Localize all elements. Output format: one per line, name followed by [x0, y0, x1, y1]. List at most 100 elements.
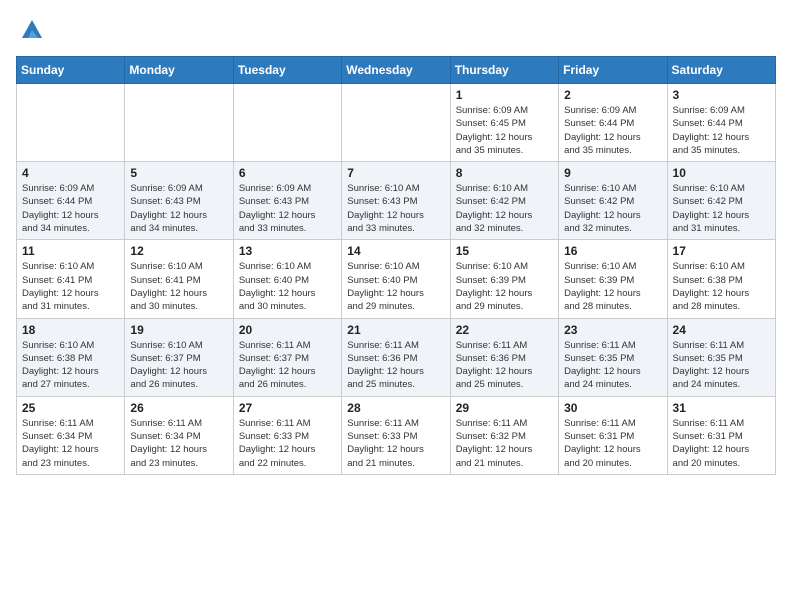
day-number: 5 [130, 166, 227, 180]
day-info: Sunrise: 6:11 AM Sunset: 6:31 PM Dayligh… [564, 417, 661, 470]
day-info: Sunrise: 6:11 AM Sunset: 6:37 PM Dayligh… [239, 339, 336, 392]
day-info: Sunrise: 6:11 AM Sunset: 6:35 PM Dayligh… [564, 339, 661, 392]
day-cell: 30 Sunrise: 6:11 AM Sunset: 6:31 PM Dayli… [559, 396, 667, 474]
day-number: 1 [456, 88, 553, 102]
day-info: Sunrise: 6:10 AM Sunset: 6:37 PM Dayligh… [130, 339, 227, 392]
day-cell: 18 Sunrise: 6:10 AM Sunset: 6:38 PM Dayli… [17, 318, 125, 396]
day-number: 14 [347, 244, 444, 258]
day-number: 4 [22, 166, 119, 180]
day-cell [125, 84, 233, 162]
day-cell: 23 Sunrise: 6:11 AM Sunset: 6:35 PM Dayli… [559, 318, 667, 396]
day-info: Sunrise: 6:10 AM Sunset: 6:39 PM Dayligh… [564, 260, 661, 313]
day-header-friday: Friday [559, 57, 667, 84]
day-cell: 15Sunrise: 6:10 AM Sunset: 6:39 PM Dayli… [450, 240, 558, 318]
day-info: Sunrise: 6:10 AM Sunset: 6:42 PM Dayligh… [564, 182, 661, 235]
week-row-5: 25 Sunrise: 6:11 AM Sunset: 6:34 PM Dayli… [17, 396, 776, 474]
day-cell: 27 Sunrise: 6:11 AM Sunset: 6:33 PM Dayli… [233, 396, 341, 474]
day-cell: 14 Sunrise: 6:10 AM Sunset: 6:40 PM Dayli… [342, 240, 450, 318]
day-cell: 31Sunrise: 6:11 AM Sunset: 6:31 PM Dayli… [667, 396, 775, 474]
week-row-1: 1 Sunrise: 6:09 AM Sunset: 6:45 PM Daylig… [17, 84, 776, 162]
day-number: 7 [347, 166, 444, 180]
week-row-4: 18 Sunrise: 6:10 AM Sunset: 6:38 PM Dayli… [17, 318, 776, 396]
day-cell: 5 Sunrise: 6:09 AM Sunset: 6:43 PM Daylig… [125, 162, 233, 240]
day-number: 29 [456, 401, 553, 415]
day-number: 11 [22, 244, 119, 258]
day-number: 28 [347, 401, 444, 415]
day-cell: 28 Sunrise: 6:11 AM Sunset: 6:33 PM Dayli… [342, 396, 450, 474]
day-cell: 7 Sunrise: 6:10 AM Sunset: 6:43 PM Daylig… [342, 162, 450, 240]
day-cell: 16 Sunrise: 6:10 AM Sunset: 6:39 PM Dayli… [559, 240, 667, 318]
day-number: 12 [130, 244, 227, 258]
day-info: Sunrise: 6:09 AM Sunset: 6:44 PM Dayligh… [564, 104, 661, 157]
day-cell: 11Sunrise: 6:10 AM Sunset: 6:41 PM Dayli… [17, 240, 125, 318]
day-info: Sunrise: 6:10 AM Sunset: 6:42 PM Dayligh… [673, 182, 770, 235]
day-info: Sunrise: 6:11 AM Sunset: 6:36 PM Dayligh… [456, 339, 553, 392]
day-cell: 12 Sunrise: 6:10 AM Sunset: 6:41 PM Dayli… [125, 240, 233, 318]
day-info: Sunrise: 6:10 AM Sunset: 6:38 PM Dayligh… [22, 339, 119, 392]
day-info: Sunrise: 6:11 AM Sunset: 6:34 PM Dayligh… [130, 417, 227, 470]
week-row-3: 11 Sunrise: 6:10 AM Sunset: 6:41 PM Dayli… [17, 240, 776, 318]
day-header-tuesday: Tuesday [233, 57, 341, 84]
day-number: 25 [22, 401, 119, 415]
day-cell: 29 Sunrise: 6:11 AM Sunset: 6:32 PM Dayli… [450, 396, 558, 474]
logo-icon [18, 16, 46, 44]
day-info: Sunrise: 6:09 AM Sunset: 6:45 PM Dayligh… [456, 104, 553, 157]
day-number: 10 [673, 166, 770, 180]
day-number: 13 [239, 244, 336, 258]
day-cell: 10 Sunrise: 6:10 AM Sunset: 6:42 PM Dayli… [667, 162, 775, 240]
day-cell: 17 Sunrise: 6:10 AM Sunset: 6:38 PM Dayli… [667, 240, 775, 318]
day-cell: 20Sunrise: 6:11 AM Sunset: 6:37 PM Dayli… [233, 318, 341, 396]
day-info: Sunrise: 6:10 AM Sunset: 6:40 PM Dayligh… [347, 260, 444, 313]
week-row-2: 4Sunrise: 6:09 AM Sunset: 6:44 PM Daylig… [17, 162, 776, 240]
day-cell: 19 Sunrise: 6:10 AM Sunset: 6:37 PM Dayli… [125, 318, 233, 396]
day-info: Sunrise: 6:10 AM Sunset: 6:39 PM Dayligh… [456, 260, 553, 313]
day-cell: 2 Sunrise: 6:09 AM Sunset: 6:44 PM Daylig… [559, 84, 667, 162]
day-info: Sunrise: 6:09 AM Sunset: 6:43 PM Dayligh… [239, 182, 336, 235]
day-number: 17 [673, 244, 770, 258]
day-info: Sunrise: 6:11 AM Sunset: 6:36 PM Dayligh… [347, 339, 444, 392]
day-cell: 8Sunrise: 6:10 AM Sunset: 6:42 PM Daylig… [450, 162, 558, 240]
day-header-sunday: Sunday [17, 57, 125, 84]
day-cell: 22 Sunrise: 6:11 AM Sunset: 6:36 PM Dayli… [450, 318, 558, 396]
day-info: Sunrise: 6:11 AM Sunset: 6:33 PM Dayligh… [239, 417, 336, 470]
day-number: 18 [22, 323, 119, 337]
day-cell: 13Sunrise: 6:10 AM Sunset: 6:40 PM Dayli… [233, 240, 341, 318]
day-header-monday: Monday [125, 57, 233, 84]
day-info: Sunrise: 6:10 AM Sunset: 6:43 PM Dayligh… [347, 182, 444, 235]
day-cell: 4Sunrise: 6:09 AM Sunset: 6:44 PM Daylig… [17, 162, 125, 240]
day-cell: 3 Sunrise: 6:09 AM Sunset: 6:44 PM Daylig… [667, 84, 775, 162]
calendar-header-row: SundayMondayTuesdayWednesdayThursdayFrid… [17, 57, 776, 84]
calendar-table: SundayMondayTuesdayWednesdayThursdayFrid… [16, 56, 776, 475]
day-number: 24 [673, 323, 770, 337]
day-number: 23 [564, 323, 661, 337]
day-header-thursday: Thursday [450, 57, 558, 84]
day-cell [342, 84, 450, 162]
day-number: 19 [130, 323, 227, 337]
day-number: 22 [456, 323, 553, 337]
day-number: 9 [564, 166, 661, 180]
day-info: Sunrise: 6:10 AM Sunset: 6:42 PM Dayligh… [456, 182, 553, 235]
day-cell: 24Sunrise: 6:11 AM Sunset: 6:35 PM Dayli… [667, 318, 775, 396]
day-number: 3 [673, 88, 770, 102]
day-number: 21 [347, 323, 444, 337]
day-number: 27 [239, 401, 336, 415]
day-cell: 25 Sunrise: 6:11 AM Sunset: 6:34 PM Dayli… [17, 396, 125, 474]
day-number: 31 [673, 401, 770, 415]
day-cell: 1 Sunrise: 6:09 AM Sunset: 6:45 PM Daylig… [450, 84, 558, 162]
day-number: 2 [564, 88, 661, 102]
day-info: Sunrise: 6:09 AM Sunset: 6:43 PM Dayligh… [130, 182, 227, 235]
day-info: Sunrise: 6:11 AM Sunset: 6:33 PM Dayligh… [347, 417, 444, 470]
day-info: Sunrise: 6:10 AM Sunset: 6:38 PM Dayligh… [673, 260, 770, 313]
day-header-saturday: Saturday [667, 57, 775, 84]
day-info: Sunrise: 6:11 AM Sunset: 6:34 PM Dayligh… [22, 417, 119, 470]
day-cell: 6 Sunrise: 6:09 AM Sunset: 6:43 PM Daylig… [233, 162, 341, 240]
day-number: 16 [564, 244, 661, 258]
day-number: 30 [564, 401, 661, 415]
day-info: Sunrise: 6:09 AM Sunset: 6:44 PM Dayligh… [673, 104, 770, 157]
day-number: 26 [130, 401, 227, 415]
day-cell [233, 84, 341, 162]
logo [16, 16, 46, 44]
day-number: 6 [239, 166, 336, 180]
day-info: Sunrise: 6:11 AM Sunset: 6:32 PM Dayligh… [456, 417, 553, 470]
day-info: Sunrise: 6:10 AM Sunset: 6:41 PM Dayligh… [130, 260, 227, 313]
